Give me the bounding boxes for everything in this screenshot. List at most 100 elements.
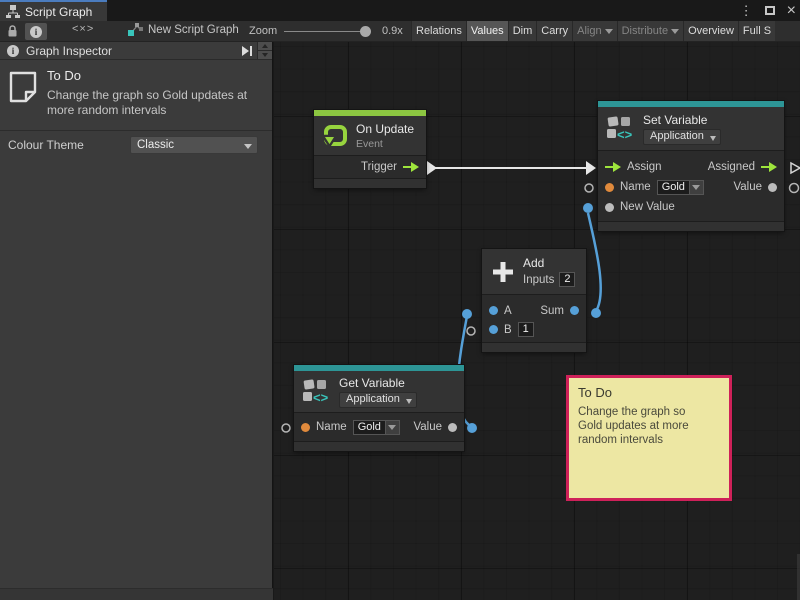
- sticky-note-icon: [7, 70, 39, 104]
- port-indicator-circle[interactable]: [467, 327, 475, 335]
- maximize-icon[interactable]: [765, 6, 775, 15]
- wire-endpoint[interactable]: [467, 423, 477, 433]
- chevron-down-icon: [244, 144, 252, 149]
- zoom-slider-track[interactable]: [284, 31, 370, 32]
- port-indicator-circle[interactable]: [585, 184, 593, 192]
- info-icon: i: [30, 26, 42, 38]
- variables-icon: <>: [606, 115, 636, 142]
- colour-theme-select[interactable]: Classic: [130, 136, 258, 154]
- port-indicator-circle[interactable]: [282, 424, 290, 432]
- fullscreen-button[interactable]: Full S: [738, 21, 775, 41]
- port-indicator-triangle[interactable]: [791, 163, 800, 173]
- wire-endpoint[interactable]: [462, 309, 472, 319]
- chevron-down-icon: [388, 425, 396, 430]
- distribute-button[interactable]: Distribute: [617, 21, 683, 41]
- name-input-port[interactable]: [605, 183, 614, 192]
- sticky-note[interactable]: To Do Change the graph so Gold updates a…: [566, 375, 732, 501]
- inputs-count-field[interactable]: 2: [559, 272, 575, 287]
- variable-scope-dropdown[interactable]: Application: [643, 129, 721, 145]
- sticky-note-text: random intervals: [578, 433, 720, 447]
- code-view-icon[interactable]: <×>: [72, 23, 94, 35]
- assign-port-label: Assign: [627, 161, 662, 173]
- node-get-variable[interactable]: <> Get Variable Application Name Gold Va…: [294, 365, 464, 451]
- graph-inspector-header: i Graph Inspector: [0, 42, 272, 60]
- input-b-field[interactable]: 1: [518, 322, 534, 337]
- input-a-port[interactable]: [489, 306, 498, 315]
- sticky-note-title: To Do: [578, 385, 720, 400]
- colour-theme-row: Colour Theme Classic: [0, 131, 272, 159]
- node-add[interactable]: Add Inputs 2 A Sum B 1: [482, 249, 586, 352]
- wire-dest-arrow[interactable]: [586, 161, 596, 175]
- tab-script-graph[interactable]: Script Graph: [0, 0, 107, 21]
- name-input-port[interactable]: [301, 423, 310, 432]
- assigned-port-label: Assigned: [708, 161, 755, 173]
- node-on-update[interactable]: On Update Event Trigger: [314, 110, 426, 188]
- title-bar: Script Graph ⋮ ×: [0, 0, 800, 21]
- zoom-slider-handle[interactable]: [360, 26, 371, 37]
- add-icon: [490, 259, 516, 285]
- window-menu-icon[interactable]: ⋮: [740, 0, 753, 21]
- node-footer: [598, 221, 784, 231]
- graph-canvas[interactable]: On Update Event Trigger <>: [274, 42, 800, 600]
- values-button[interactable]: Values: [466, 21, 508, 41]
- name-port-label: Name: [316, 421, 347, 433]
- on-update-event-icon: [322, 123, 349, 149]
- sticky-note-text: Gold updates at more: [578, 419, 720, 433]
- new-script-graph-button[interactable]: New Script Graph: [128, 23, 239, 36]
- chevron-down-icon: [671, 29, 679, 34]
- scroll-down-button[interactable]: [258, 51, 272, 60]
- graph-toolbar: i <×> New Script Graph Zoom 0.9x Relatio…: [0, 21, 800, 42]
- note-title: To Do: [47, 68, 264, 83]
- dim-button[interactable]: Dim: [508, 21, 537, 41]
- value-output-port[interactable]: [448, 423, 457, 432]
- lock-icon[interactable]: [7, 24, 18, 38]
- input-b-label: B: [504, 324, 512, 336]
- node-title: Add: [523, 256, 575, 270]
- input-b-port[interactable]: [489, 325, 498, 334]
- svg-text:<>: <>: [313, 390, 329, 405]
- collapse-panel-icon[interactable]: [242, 46, 252, 56]
- chevron-down-icon: [605, 29, 613, 34]
- carry-button[interactable]: Carry: [536, 21, 572, 41]
- wire-endpoint[interactable]: [583, 203, 593, 213]
- new-script-graph-label: New Script Graph: [148, 24, 239, 36]
- tab-title: Script Graph: [25, 5, 92, 19]
- port-indicator-circle[interactable]: [790, 184, 799, 193]
- new-value-port-label: New Value: [620, 201, 675, 213]
- zoom-value: 0.9x: [382, 25, 403, 37]
- close-icon[interactable]: ×: [787, 2, 796, 20]
- variable-name-dropdown[interactable]: Gold: [353, 420, 400, 435]
- panel-bottom-strip: [0, 588, 273, 600]
- graph-inspector-title: Graph Inspector: [26, 44, 112, 58]
- control-output-port[interactable]: [403, 162, 419, 172]
- variable-scope-dropdown[interactable]: Application: [339, 392, 417, 408]
- panel-scroll-arrows: [257, 42, 272, 60]
- name-port-label: Name: [620, 181, 651, 193]
- wire-endpoint[interactable]: [591, 308, 601, 318]
- inputs-label: Inputs: [523, 274, 554, 286]
- info-icon: i: [7, 45, 19, 57]
- value-port-label: Value: [733, 181, 762, 193]
- variable-name-dropdown[interactable]: Gold: [657, 180, 704, 195]
- inspector-toggle-button[interactable]: i: [25, 23, 47, 40]
- input-a-label: A: [504, 305, 512, 317]
- control-input-port[interactable]: [605, 162, 621, 172]
- new-value-input-port[interactable]: [605, 203, 614, 212]
- scroll-up-button[interactable]: [258, 42, 272, 51]
- node-title: Set Variable: [643, 113, 721, 127]
- node-set-variable[interactable]: <> Set Variable Application Assign Assig…: [598, 101, 784, 231]
- sum-port-label: Sum: [540, 305, 564, 317]
- trigger-port-label: Trigger: [361, 161, 397, 173]
- sum-output-port[interactable]: [570, 306, 579, 315]
- svg-text:<>: <>: [617, 127, 633, 142]
- node-footer: [314, 178, 426, 188]
- overview-button[interactable]: Overview: [683, 21, 738, 41]
- colour-theme-label: Colour Theme: [8, 138, 84, 152]
- control-output-port[interactable]: [761, 162, 777, 172]
- graph-inspector-panel: i Graph Inspector To Do Change the graph…: [0, 42, 273, 600]
- relations-button[interactable]: Relations: [411, 21, 466, 41]
- align-button[interactable]: Align: [572, 21, 616, 41]
- chevron-down-icon: [692, 185, 700, 190]
- zoom-label: Zoom: [249, 25, 277, 37]
- value-output-port[interactable]: [768, 183, 777, 192]
